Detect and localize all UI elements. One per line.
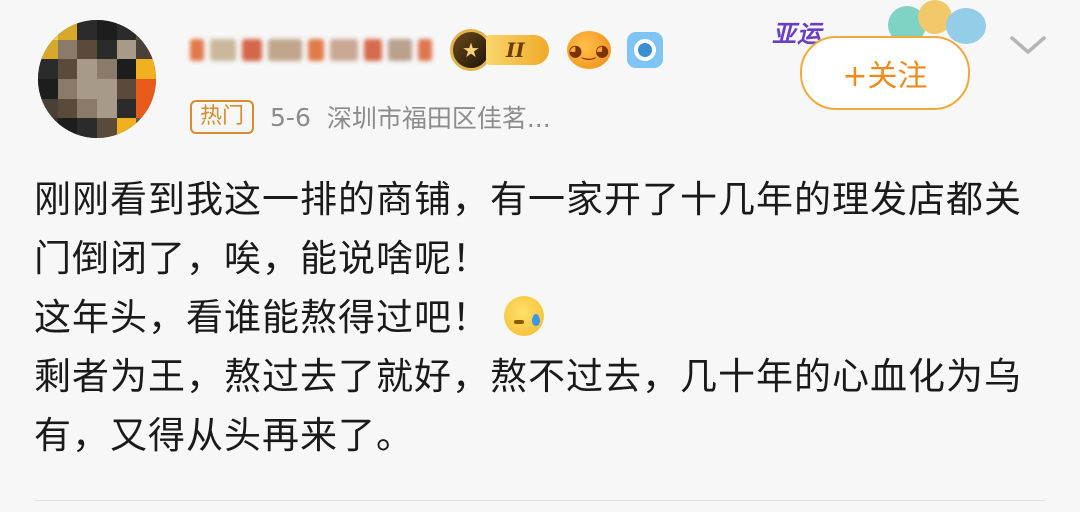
hot-tag: 热门 [190,100,255,134]
divider [34,500,1046,501]
post-content: 刚刚看到我这一排的商铺，有一家开了十几年的理发店都关门倒闭了，唉，能说啥呢！ 这… [34,170,1044,465]
content-line: 这年头，看谁能熬得过吧！ [34,296,490,339]
author-row: ★ II ◕‿◕ [190,22,663,78]
post-meta: 热门 5-6 深圳市福田区佳茗... [190,97,551,137]
level-badge[interactable]: II [486,35,549,65]
post-location[interactable]: 深圳市福田区佳茗... [327,99,551,135]
post-date: 5-6 [270,102,311,132]
content-line-with-emoji: 这年头，看谁能熬得过吧！ [34,288,1044,347]
camera-badge-icon[interactable] [626,32,663,68]
sweat-face-emoji-icon [504,296,544,336]
pufferfish-badge-icon[interactable]: ◕‿◕ [566,31,611,69]
user-avatar[interactable] [38,20,156,138]
promo-mascot-3 [946,8,986,44]
chevron-down-icon[interactable] [1006,30,1050,60]
follow-button[interactable]: +关注 [800,36,970,110]
content-line: 剩者为王，熬过去了就好，熬不过去，几十年的心血化为乌有，又得从头再来了。 [34,355,1022,457]
content-line: 刚刚看到我这一排的商铺，有一家开了十几年的理发店都关门倒闭了，唉，能说啥呢！ [34,178,1022,280]
author-name-blurred[interactable] [190,39,432,61]
